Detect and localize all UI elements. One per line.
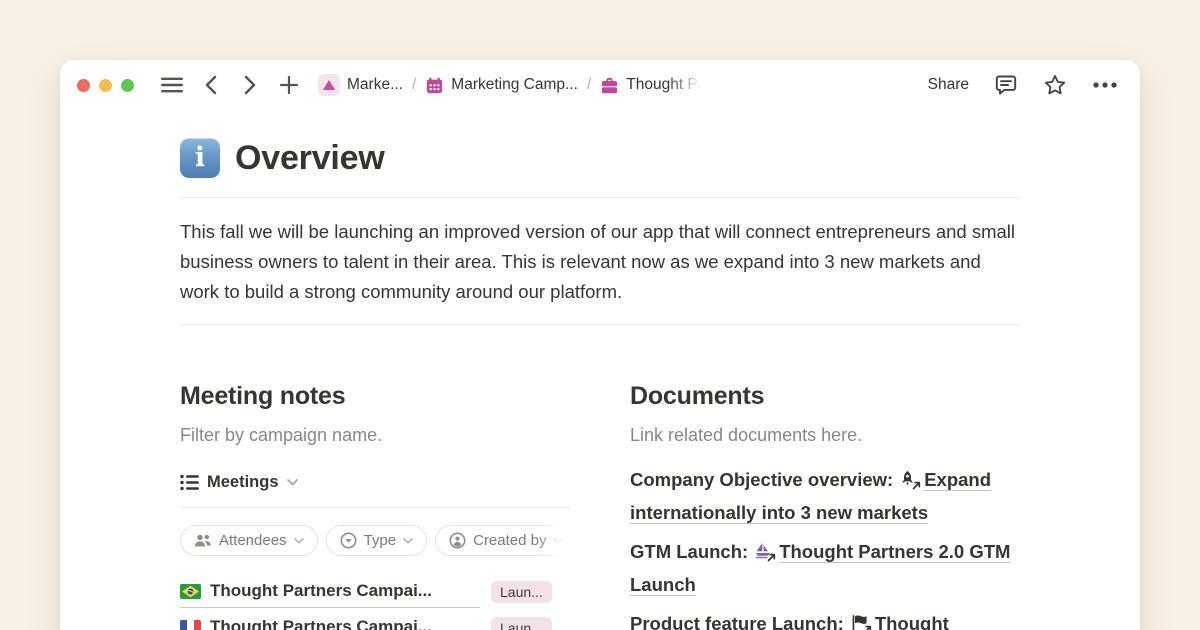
meeting-notes-caption: Filter by campaign name. bbox=[180, 425, 570, 446]
document-label: Company Objective overview: bbox=[630, 469, 893, 490]
filter-chip-label: Type bbox=[364, 532, 397, 549]
page-mention-link[interactable]: Thought bbox=[875, 613, 949, 630]
divider bbox=[180, 197, 1020, 198]
info-emoji-icon: i bbox=[180, 138, 220, 178]
favorite-star-icon[interactable] bbox=[1043, 73, 1067, 97]
meeting-notes-column: Meeting notes Filter by campaign name. M… bbox=[180, 382, 570, 630]
page-title: Overview bbox=[235, 139, 385, 178]
campaign-tag: Laun... bbox=[491, 581, 552, 603]
flag-icon bbox=[850, 614, 872, 630]
breadcrumb-separator: / bbox=[582, 76, 596, 94]
france-flag-icon bbox=[180, 620, 201, 630]
document-label: Product feature Launch: bbox=[630, 613, 844, 630]
filter-chip-attendees[interactable]: Attendees bbox=[180, 525, 318, 556]
documents-caption: Link related documents here. bbox=[630, 425, 1020, 446]
breadcrumb-separator: / bbox=[407, 76, 421, 94]
filter-chip-label: Attendees bbox=[219, 532, 287, 549]
more-options-icon[interactable] bbox=[1092, 81, 1118, 89]
meetings-list: Thought Partners Campai... Laun... Thoug… bbox=[180, 581, 570, 630]
share-button[interactable]: Share bbox=[928, 76, 969, 94]
campaign-tag: Laun... bbox=[491, 617, 552, 630]
view-tabs-bar: Meetings bbox=[180, 473, 570, 508]
teamspace-triangle-icon bbox=[318, 74, 340, 96]
page-link-title: Thought Partners Campai... bbox=[210, 617, 432, 630]
document-entry: Product feature Launch: Thought bbox=[630, 607, 1020, 630]
document-entry: GTM Launch:Thought Partners 2.0 GTM Laun… bbox=[630, 535, 1020, 601]
breadcrumb-truncation-fade bbox=[668, 76, 706, 94]
documents-heading: Documents bbox=[630, 382, 1020, 411]
brazil-flag-icon bbox=[180, 584, 201, 599]
chevron-down-icon bbox=[287, 479, 298, 486]
list-item[interactable]: Thought Partners Campai... Laun... bbox=[180, 581, 570, 608]
calendar-icon bbox=[425, 76, 444, 95]
filter-chip-type[interactable]: Type bbox=[326, 525, 428, 556]
breadcrumb-label: Marke... bbox=[347, 76, 403, 94]
view-tab-label: Meetings bbox=[207, 473, 279, 492]
page-body: i Overview This fall we will be launchin… bbox=[60, 138, 1140, 630]
briefcase-icon bbox=[600, 76, 619, 95]
close-window-button[interactable] bbox=[77, 79, 90, 92]
people-icon bbox=[194, 534, 212, 548]
document-links: Company Objective overview:Expand intern… bbox=[630, 463, 1020, 630]
page-link-title: Thought Partners Campai... bbox=[210, 581, 432, 601]
chevron-down-icon bbox=[294, 538, 304, 544]
maximize-window-button[interactable] bbox=[121, 79, 134, 92]
notion-window: Marke... / Marketing Camp... / Thought P… bbox=[60, 60, 1140, 630]
list-item[interactable]: Thought Partners Campai... Laun... bbox=[180, 617, 570, 630]
minimize-window-button[interactable] bbox=[99, 79, 112, 92]
breadcrumb: Marke... / Marketing Camp... / Thought P… bbox=[314, 72, 710, 98]
titlebar: Marke... / Marketing Camp... / Thought P… bbox=[60, 60, 1140, 110]
documents-column: Documents Link related documents here. C… bbox=[630, 382, 1020, 630]
forward-button[interactable] bbox=[239, 74, 261, 96]
back-button[interactable] bbox=[200, 74, 222, 96]
rocket-icon bbox=[899, 470, 921, 489]
new-page-button[interactable] bbox=[278, 74, 300, 96]
filter-bar: Attendees Type bbox=[180, 525, 570, 558]
divider bbox=[180, 324, 1020, 325]
intro-paragraph: This fall we will be launching an improv… bbox=[180, 217, 1020, 307]
meetings-view-tab[interactable]: Meetings bbox=[180, 473, 298, 492]
breadcrumb-item-thought-partners[interactable]: Thought Pa bbox=[596, 74, 710, 97]
meeting-notes-heading: Meeting notes bbox=[180, 382, 570, 411]
sailboat-icon bbox=[754, 542, 776, 561]
titlebar-actions: Share bbox=[928, 73, 1118, 97]
document-label: GTM Launch: bbox=[630, 541, 748, 562]
list-view-icon bbox=[180, 474, 199, 491]
sidebar-menu-icon[interactable] bbox=[161, 74, 183, 96]
select-property-icon bbox=[340, 532, 357, 549]
person-icon bbox=[449, 532, 466, 549]
breadcrumb-label: Marketing Camp... bbox=[451, 76, 578, 94]
filter-bar-truncation-fade bbox=[536, 525, 570, 558]
chevron-down-icon bbox=[403, 538, 413, 544]
page-title-block: i Overview bbox=[180, 138, 1020, 178]
breadcrumb-item-marketing-campaigns[interactable]: Marketing Camp... bbox=[421, 74, 582, 97]
traffic-lights bbox=[77, 79, 134, 92]
nav-controls bbox=[161, 74, 300, 96]
breadcrumb-item-teamspace[interactable]: Marke... bbox=[314, 72, 407, 98]
document-entry: Company Objective overview:Expand intern… bbox=[630, 463, 1020, 529]
comments-icon[interactable] bbox=[994, 73, 1018, 97]
